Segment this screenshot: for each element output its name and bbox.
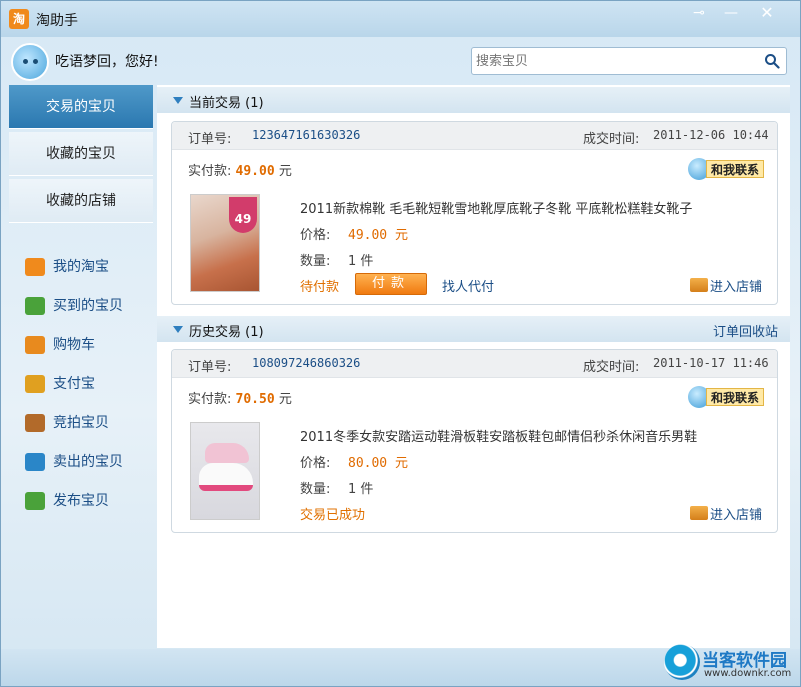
app-window: 淘 淘助手 ⊸ — ✕ 吃语梦回，您好! 交易的宝贝 收藏的宝贝 收藏的店铺 我… [0, 0, 801, 687]
paid-unit: 元 [278, 164, 292, 179]
order-number[interactable]: 123647161630326 [252, 128, 360, 142]
product-thumbnail[interactable] [190, 422, 260, 520]
sidebar-link-publish[interactable]: 发布宝贝 [25, 489, 109, 513]
sidebar-link-sold[interactable]: 卖出的宝贝 [25, 450, 123, 474]
price-value: 80.00 元 [348, 456, 408, 471]
pay-button[interactable]: 付款 [355, 273, 427, 295]
watermark: 当客软件园 www.downkr.com [664, 644, 800, 686]
order-recycle-bin-link[interactable]: 订单回收站 [713, 321, 778, 340]
sidebar-tab-favorite-items[interactable]: 收藏的宝贝 [9, 132, 153, 176]
sidebar-link-label: 购物车 [53, 337, 95, 353]
watermark-url: www.downkr.com [704, 668, 792, 679]
order-status: 待付款 [300, 280, 340, 295]
order-number-label: 订单号: [188, 360, 232, 375]
collapse-triangle-icon[interactable] [173, 97, 183, 104]
cart-icon [25, 336, 45, 354]
history-order-card: 订单号: 108097246860326 成交时间: 2011-10-17 11… [171, 349, 778, 533]
search-input[interactable] [472, 48, 752, 74]
proxy-pay-link[interactable]: 找人代付 [442, 276, 494, 295]
sidebar-link-label: 支付宝 [53, 376, 95, 392]
deal-time: 2011-10-17 11:46 [653, 356, 769, 370]
search-icon[interactable] [764, 53, 780, 69]
pin-button[interactable]: ⊸ [685, 3, 713, 23]
paid-label: 实付款: [188, 392, 232, 407]
app-logo-icon: 淘 [9, 9, 29, 29]
quantity-value: 1 件 [348, 482, 374, 497]
sold-icon [25, 453, 45, 471]
auction-icon [25, 414, 45, 432]
minimize-button[interactable]: — [717, 3, 745, 23]
price-value: 49.00 元 [348, 228, 408, 243]
enter-store-link[interactable]: 进入店铺 [690, 504, 762, 523]
product-title-link[interactable]: 2011冬季女款安踏运动鞋滑板鞋安踏板鞋包邮情侣秒杀休闲音乐男鞋 [300, 426, 697, 445]
main-content: 当前交易 (1) 订单号: 123647161630326 成交时间: 2011… [157, 85, 790, 648]
user-greeting: 吃语梦回，您好! [55, 54, 159, 70]
contact-seller-button[interactable]: 和我联系 [688, 386, 770, 408]
sidebar-tab-traded-items[interactable]: 交易的宝贝 [9, 85, 153, 129]
close-button[interactable]: ✕ [753, 3, 781, 23]
history-trades-title: 历史交易 (1) [189, 325, 264, 340]
current-trades-header[interactable]: 当前交易 (1) [157, 87, 790, 113]
alipay-icon [25, 375, 45, 393]
sidebar: 交易的宝贝 收藏的宝贝 收藏的店铺 我的淘宝 买到的宝贝 购物车 支付宝 竞拍宝… [9, 85, 153, 648]
order-number[interactable]: 108097246860326 [252, 356, 360, 370]
enter-store-label: 进入店铺 [710, 508, 763, 523]
price-tag-badge: 49 [229, 197, 257, 233]
taobao-icon [25, 258, 45, 276]
sidebar-link-bought[interactable]: 买到的宝贝 [25, 294, 123, 318]
price-label: 价格: [300, 228, 331, 243]
sidebar-link-my-taobao[interactable]: 我的淘宝 [25, 255, 109, 279]
sidebar-link-label: 我的淘宝 [53, 259, 109, 275]
contact-label: 和我联系 [706, 388, 765, 406]
paid-value: 70.50 [235, 392, 275, 407]
deal-time-label: 成交时间: [583, 132, 640, 147]
sidebar-link-label: 竞拍宝贝 [53, 415, 109, 431]
quantity-value: 1 件 [348, 254, 374, 269]
sidebar-link-auction[interactable]: 竞拍宝贝 [25, 411, 109, 435]
collapse-triangle-icon[interactable] [173, 326, 183, 333]
product-thumbnail[interactable]: 49 [190, 194, 260, 292]
product-title-link[interactable]: 2011新款棉靴 毛毛靴短靴雪地靴厚底靴子冬靴 平底靴松糕鞋女靴子 [300, 198, 692, 217]
contact-seller-button[interactable]: 和我联系 [688, 158, 770, 180]
search-box [471, 47, 787, 75]
order-header: 订单号: 123647161630326 成交时间: 2011-12-06 10… [172, 122, 777, 150]
deal-time-label: 成交时间: [583, 360, 640, 375]
publish-icon [25, 492, 45, 510]
history-trades-header[interactable]: 历史交易 (1) 订单回收站 [157, 316, 790, 342]
quantity-label: 数量: [300, 254, 331, 269]
deal-time: 2011-12-06 10:44 [653, 128, 769, 142]
sidebar-link-alipay[interactable]: 支付宝 [25, 372, 95, 396]
paid-label: 实付款: [188, 164, 232, 179]
paid-amount: 实付款: 70.50 元 [188, 388, 292, 407]
enter-store-label: 进入店铺 [710, 280, 763, 295]
sidebar-link-label: 卖出的宝贝 [53, 454, 123, 470]
bought-icon [25, 297, 45, 315]
paid-unit: 元 [278, 392, 292, 407]
contact-label: 和我联系 [706, 160, 765, 178]
app-title: 淘助手 [36, 13, 78, 29]
order-number-label: 订单号: [188, 132, 232, 147]
sidebar-link-label: 买到的宝贝 [53, 298, 123, 314]
order-header: 订单号: 108097246860326 成交时间: 2011-10-17 11… [172, 350, 777, 378]
quantity-label: 数量: [300, 482, 331, 497]
order-status: 交易已成功 [300, 508, 366, 523]
sidebar-tab-favorite-stores[interactable]: 收藏的店铺 [9, 179, 153, 223]
title-bar[interactable]: 淘 淘助手 ⊸ — ✕ [1, 1, 800, 37]
current-order-card: 订单号: 123647161630326 成交时间: 2011-12-06 10… [171, 121, 778, 305]
sidebar-link-cart[interactable]: 购物车 [25, 333, 95, 357]
store-icon [690, 278, 708, 292]
user-bar: 吃语梦回，您好! [1, 37, 800, 83]
price-label: 价格: [300, 456, 331, 471]
sneaker-image [205, 443, 249, 463]
avatar[interactable] [11, 43, 49, 81]
sneaker-image [199, 463, 253, 491]
current-trades-title: 当前交易 (1) [189, 96, 264, 111]
paid-value: 49.00 [235, 164, 275, 179]
enter-store-link[interactable]: 进入店铺 [690, 276, 762, 295]
store-icon [690, 506, 708, 520]
sidebar-link-label: 发布宝贝 [53, 493, 109, 509]
watermark-logo-icon [664, 644, 700, 680]
paid-amount: 实付款: 49.00 元 [188, 160, 292, 179]
